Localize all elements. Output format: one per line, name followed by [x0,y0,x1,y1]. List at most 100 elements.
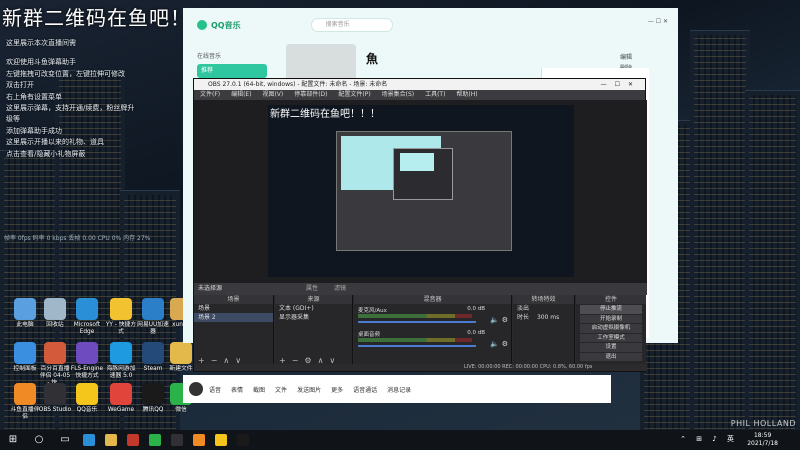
desktop-icon-label: 斗鱼直播伴侣 [10,407,40,420]
desktop-icon[interactable]: QQ音乐 [70,383,104,414]
properties-button[interactable]: 属性 [306,283,318,295]
menu-tools[interactable]: 工具(T) [425,91,445,98]
menu-edit[interactable]: 编辑 [620,52,670,63]
speaker-icon[interactable]: 🔈 [490,340,499,348]
menu-help[interactable]: 帮助(H) [456,91,477,98]
clock[interactable]: 18:59 2021/7/18 [747,432,778,448]
qqmusic-taskbar-icon[interactable] [215,434,227,446]
menu-docks[interactable]: 停靠部件(D) [294,91,327,98]
note: 左键拖拽可改变位置，左键拉伸可修改 [6,69,125,78]
qqmusic-search-input[interactable]: 搜索音乐 [310,18,393,32]
chat-extra[interactable]: 语音通话 [353,385,377,394]
obs-title: OBS 27.0.1 (64-bit, windows) - 配置文件: 未命名… [208,81,388,88]
source-item[interactable]: 文本 (GDI+) [275,304,352,313]
studio-mode-button[interactable]: 工作室模式 [580,333,642,342]
stop-streaming-button[interactable]: 停止推流 [580,305,642,314]
desktop-icon[interactable]: WeGame [104,383,138,414]
menu-scene-collection[interactable]: 场景集合(S) [382,91,415,98]
desktop-icon[interactable]: 回收站 [38,298,72,329]
douyu-taskbar-icon[interactable] [193,434,205,446]
desktop-icon[interactable]: FLS-Engine 快捷方式 [70,342,104,380]
note: 点击查看/隐藏小礼物屏蔽 [6,149,86,158]
wechat-taskbar-icon[interactable] [149,434,161,446]
app-icon [44,383,66,405]
obs-preview-area[interactable]: 新群二维码在鱼吧！！！ [194,100,647,283]
volume-meter [358,338,472,342]
desktop-icon[interactable]: 此电脑 [8,298,42,329]
search-icon[interactable]: ○ [32,433,46,447]
desktop-icon[interactable]: 斗鱼直播伴侣 [8,383,42,421]
app-icon [142,383,164,405]
desktop-icon[interactable]: YY - 快捷方式 [104,298,138,336]
transition-duration[interactable]: 时长 300 ms [513,313,574,322]
chat-file-button[interactable]: 文件 [275,385,287,394]
app-taskbar-icon[interactable] [127,434,139,446]
artist-name: 魚 [366,52,379,66]
start-recording-button[interactable]: 开始录制 [580,314,642,323]
app-icon [76,298,98,320]
sidebar-item-recommend[interactable]: 推荐 [197,64,267,78]
chat-history-button[interactable]: 消息记录 [387,385,411,394]
chat-voice-button[interactable]: 语音 [209,385,221,394]
chat-emoji-button[interactable]: 表情 [231,385,243,394]
speaker-icon[interactable]: 🔈 [490,316,499,324]
settings-button[interactable]: 设置 [580,343,642,352]
mixer-channel: 麦克风/Aux 0.0 dB 🔈 ⚙ [354,304,511,328]
app-icon [76,342,98,364]
obs-window-controls[interactable]: —☐✕ [601,79,641,90]
desktop-icon-label: YY - 快捷方式 [105,322,137,335]
transition-select[interactable]: 淡出 [513,304,574,313]
nested-capture [336,131,512,251]
obs-statusbar: LIVE: 00:00:00 REC: 00:00:00 CPU: 0.8%, … [194,364,647,371]
desktop-icon-label: QQ音乐 [76,407,98,413]
note: 双击打开 [6,81,34,90]
clock-time: 18:59 [753,432,772,439]
windows-start-icon[interactable]: ⊞ [6,433,20,447]
app-icon [44,298,66,320]
window-controls[interactable]: — ☐ ✕ [648,18,668,25]
desktop-icon-label: OBS Studio [38,407,72,413]
scene-item[interactable]: 场景 [194,304,273,313]
taskbar: ⊞ ○ ▭ ⌃ ⊞ ♪ 英 18:59 2021/7/18 [0,430,800,450]
note: 这里展示弹幕，支持开通/续费，粉丝牌升 [6,103,135,112]
explorer-taskbar-icon[interactable] [105,434,117,446]
scene-item[interactable]: 场景 2 [194,313,273,322]
menu-view[interactable]: 视图(V) [262,91,283,98]
virtual-camera-button[interactable]: 启动虚拟摄像机 [580,324,642,333]
app-icon [110,298,132,320]
gear-icon[interactable]: ⚙ [502,340,508,348]
source-item[interactable]: 显示器采集 [275,313,352,322]
menu-edit[interactable]: 编辑(E) [231,91,251,98]
avatar [189,382,203,396]
transitions-dock: 转场特效 淡出 时长 300 ms [513,295,575,367]
edge-taskbar-icon[interactable] [83,434,95,446]
chat-more-button[interactable]: 更多 [331,385,343,394]
menu-profile[interactable]: 配置文件(P) [338,91,370,98]
desktop-icon-label: WeGame [107,407,135,413]
duration-value[interactable]: 300 ms [537,314,559,321]
chat-input-bar: 语音 表情 截图 文件 发送图片 更多 语音通话 消息记录 [183,375,611,403]
note: 级等 [6,115,20,124]
chat-image-button[interactable]: 发送图片 [297,385,321,394]
system-tray[interactable]: ⌃ ⊞ ♪ 英 [680,434,738,444]
no-source-label: 未选择源 [198,285,223,292]
app-icon [110,383,132,405]
qqmusic-sidebar: 在线音乐 推荐 [197,50,267,78]
volume-slider[interactable] [358,321,476,323]
desktop-icon[interactable]: OBS Studio [38,383,72,414]
task-view-icon[interactable]: ▭ [58,433,72,447]
qq-taskbar-icon[interactable] [237,434,249,446]
desktop-icon[interactable]: 海豚网游加速器 5.0 [104,342,138,380]
filters-button[interactable]: 滤镜 [334,283,346,295]
desktop-icon[interactable]: 百分百直播伴侣 04-05 - 快... [38,342,72,387]
chat-screenshot-button[interactable]: 截图 [253,385,265,394]
desktop-icon[interactable]: 控制面板 [8,342,42,373]
obs-taskbar-icon[interactable] [171,434,183,446]
exit-button[interactable]: 退出 [580,352,642,361]
menu-file[interactable]: 文件(F) [200,91,220,98]
volume-slider[interactable] [358,345,476,347]
preview-canvas[interactable]: 新群二维码在鱼吧！！！ [268,105,574,277]
desktop-icon[interactable]: Microsoft Edge [70,298,104,336]
qqmusic-logo-icon [197,20,207,30]
gear-icon[interactable]: ⚙ [502,316,508,324]
